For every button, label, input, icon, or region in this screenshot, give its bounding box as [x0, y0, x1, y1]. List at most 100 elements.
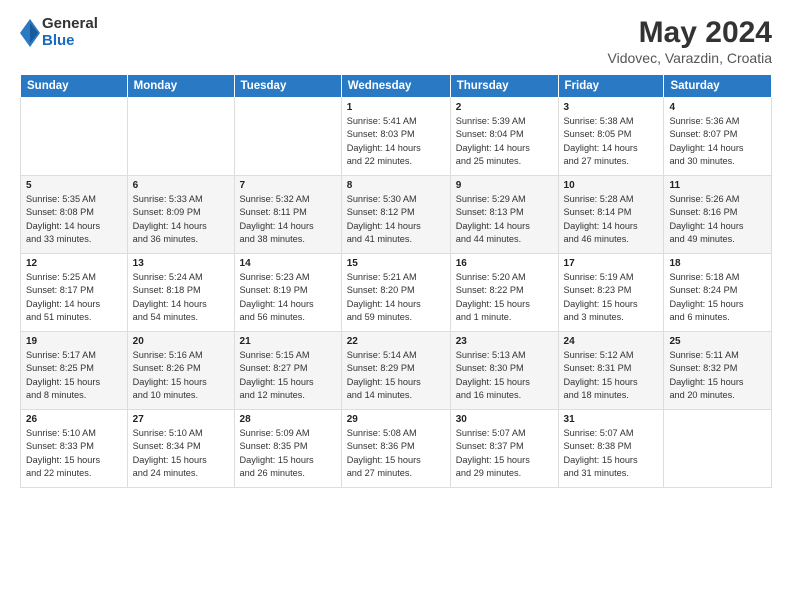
calendar-cell [21, 98, 128, 176]
calendar-cell: 10 Sunrise: 5:28 AMSunset: 8:14 PMDayligh… [558, 176, 664, 254]
day-number: 12 [26, 258, 122, 269]
logo: General Blue [20, 16, 98, 49]
calendar-cell: 17Sunrise: 5:19 AMSunset: 8:23 PMDayligh… [558, 254, 664, 332]
calendar-cell: 3 Sunrise: 5:38 AMSunset: 8:05 PMDaylight… [558, 98, 664, 176]
calendar-cell: 12 Sunrise: 5:25 AMSunset: 8:17 PMDayligh… [21, 254, 128, 332]
calendar-cell: 6 Sunrise: 5:33 AMSunset: 8:09 PMDaylight… [127, 176, 234, 254]
day-info: Sunrise: 5:23 AMSunset: 8:19 PMDaylight:… [240, 271, 336, 324]
day-info: Sunrise: 5:35 AMSunset: 8:08 PMDaylight:… [26, 193, 122, 246]
calendar-cell: 15 Sunrise: 5:21 AMSunset: 8:20 PMDayligh… [341, 254, 450, 332]
day-info: Sunrise: 5:07 AMSunset: 8:37 PMDaylight:… [456, 427, 553, 480]
day-number: 18 [669, 258, 766, 269]
calendar-week-row: 1 Sunrise: 5:41 AMSunset: 8:03 PMDaylight… [21, 98, 772, 176]
calendar-cell: 22Sunrise: 5:14 AMSunset: 8:29 PMDayligh… [341, 332, 450, 410]
day-number: 25 [669, 336, 766, 347]
day-number: 27 [133, 414, 229, 425]
day-number: 31 [564, 414, 659, 425]
day-info: Sunrise: 5:10 AMSunset: 8:33 PMDaylight:… [26, 427, 122, 480]
calendar-cell: 27 Sunrise: 5:10 AMSunset: 8:34 PMDayligh… [127, 410, 234, 488]
calendar-cell: 16 Sunrise: 5:20 AMSunset: 8:22 PMDayligh… [450, 254, 558, 332]
day-info: Sunrise: 5:11 AMSunset: 8:32 PMDaylight:… [669, 349, 766, 402]
day-info: Sunrise: 5:12 AMSunset: 8:31 PMDaylight:… [564, 349, 659, 402]
day-info: Sunrise: 5:20 AMSunset: 8:22 PMDaylight:… [456, 271, 553, 324]
calendar-cell: 29 Sunrise: 5:08 AMSunset: 8:36 PMDayligh… [341, 410, 450, 488]
day-number: 2 [456, 102, 553, 113]
day-number: 26 [26, 414, 122, 425]
day-info: Sunrise: 5:32 AMSunset: 8:11 PMDaylight:… [240, 193, 336, 246]
calendar-cell [234, 98, 341, 176]
day-info: Sunrise: 5:21 AMSunset: 8:20 PMDaylight:… [347, 271, 445, 324]
page: General Blue May 2024 Vidovec, Varazdin,… [0, 0, 792, 612]
logo-blue-text: Blue [42, 33, 98, 50]
calendar-week-row: 19Sunrise: 5:17 AMSunset: 8:25 PMDayligh… [21, 332, 772, 410]
day-number: 7 [240, 180, 336, 191]
day-number: 1 [347, 102, 445, 113]
calendar-cell: 26 Sunrise: 5:10 AMSunset: 8:33 PMDayligh… [21, 410, 128, 488]
calendar-cell: 14 Sunrise: 5:23 AMSunset: 8:19 PMDayligh… [234, 254, 341, 332]
day-number: 30 [456, 414, 553, 425]
title-block: May 2024 Vidovec, Varazdin, Croatia [608, 16, 772, 66]
day-number: 19 [26, 336, 122, 347]
day-number: 24 [564, 336, 659, 347]
day-number: 6 [133, 180, 229, 191]
calendar-cell: 5 Sunrise: 5:35 AMSunset: 8:08 PMDaylight… [21, 176, 128, 254]
calendar-cell: 8Sunrise: 5:30 AMSunset: 8:12 PMDaylight… [341, 176, 450, 254]
day-info: Sunrise: 5:33 AMSunset: 8:09 PMDaylight:… [133, 193, 229, 246]
calendar-header-friday: Friday [558, 75, 664, 98]
day-info: Sunrise: 5:13 AMSunset: 8:30 PMDaylight:… [456, 349, 553, 402]
day-info: Sunrise: 5:18 AMSunset: 8:24 PMDaylight:… [669, 271, 766, 324]
day-info: Sunrise: 5:07 AMSunset: 8:38 PMDaylight:… [564, 427, 659, 480]
day-info: Sunrise: 5:28 AMSunset: 8:14 PMDaylight:… [564, 193, 659, 246]
subtitle: Vidovec, Varazdin, Croatia [608, 50, 772, 66]
calendar-header-sunday: Sunday [21, 75, 128, 98]
day-number: 29 [347, 414, 445, 425]
day-number: 3 [564, 102, 659, 113]
calendar-cell: 11Sunrise: 5:26 AMSunset: 8:16 PMDayligh… [664, 176, 772, 254]
calendar-header-saturday: Saturday [664, 75, 772, 98]
calendar-week-row: 5 Sunrise: 5:35 AMSunset: 8:08 PMDaylight… [21, 176, 772, 254]
calendar-header-thursday: Thursday [450, 75, 558, 98]
day-info: Sunrise: 5:10 AMSunset: 8:34 PMDaylight:… [133, 427, 229, 480]
calendar-cell: 31 Sunrise: 5:07 AMSunset: 8:38 PMDayligh… [558, 410, 664, 488]
calendar-cell: 30 Sunrise: 5:07 AMSunset: 8:37 PMDayligh… [450, 410, 558, 488]
day-number: 15 [347, 258, 445, 269]
day-number: 21 [240, 336, 336, 347]
calendar-cell: 23Sunrise: 5:13 AMSunset: 8:30 PMDayligh… [450, 332, 558, 410]
day-number: 28 [240, 414, 336, 425]
day-info: Sunrise: 5:08 AMSunset: 8:36 PMDaylight:… [347, 427, 445, 480]
day-number: 20 [133, 336, 229, 347]
day-info: Sunrise: 5:41 AMSunset: 8:03 PMDaylight:… [347, 115, 445, 168]
day-number: 9 [456, 180, 553, 191]
day-number: 10 [564, 180, 659, 191]
day-info: Sunrise: 5:25 AMSunset: 8:17 PMDaylight:… [26, 271, 122, 324]
calendar-cell: 20 Sunrise: 5:16 AMSunset: 8:26 PMDayligh… [127, 332, 234, 410]
calendar-table: SundayMondayTuesdayWednesdayThursdayFrid… [20, 74, 772, 488]
calendar-header-wednesday: Wednesday [341, 75, 450, 98]
calendar-header-row: SundayMondayTuesdayWednesdayThursdayFrid… [21, 75, 772, 98]
day-info: Sunrise: 5:19 AMSunset: 8:23 PMDaylight:… [564, 271, 659, 324]
calendar-cell: 9 Sunrise: 5:29 AMSunset: 8:13 PMDaylight… [450, 176, 558, 254]
calendar-cell: 2 Sunrise: 5:39 AMSunset: 8:04 PMDaylight… [450, 98, 558, 176]
header: General Blue May 2024 Vidovec, Varazdin,… [20, 16, 772, 66]
day-number: 22 [347, 336, 445, 347]
day-info: Sunrise: 5:29 AMSunset: 8:13 PMDaylight:… [456, 193, 553, 246]
calendar-cell [127, 98, 234, 176]
day-info: Sunrise: 5:39 AMSunset: 8:04 PMDaylight:… [456, 115, 553, 168]
calendar-header-tuesday: Tuesday [234, 75, 341, 98]
day-number: 16 [456, 258, 553, 269]
calendar-cell: 4Sunrise: 5:36 AMSunset: 8:07 PMDaylight… [664, 98, 772, 176]
calendar-cell: 21Sunrise: 5:15 AMSunset: 8:27 PMDayligh… [234, 332, 341, 410]
calendar-week-row: 26 Sunrise: 5:10 AMSunset: 8:33 PMDayligh… [21, 410, 772, 488]
day-info: Sunrise: 5:38 AMSunset: 8:05 PMDaylight:… [564, 115, 659, 168]
calendar-cell: 7 Sunrise: 5:32 AMSunset: 8:11 PMDaylight… [234, 176, 341, 254]
day-info: Sunrise: 5:09 AMSunset: 8:35 PMDaylight:… [240, 427, 336, 480]
calendar-week-row: 12 Sunrise: 5:25 AMSunset: 8:17 PMDayligh… [21, 254, 772, 332]
logo-general-text: General [42, 16, 98, 33]
day-number: 14 [240, 258, 336, 269]
day-number: 5 [26, 180, 122, 191]
day-info: Sunrise: 5:16 AMSunset: 8:26 PMDaylight:… [133, 349, 229, 402]
calendar-cell: 13Sunrise: 5:24 AMSunset: 8:18 PMDayligh… [127, 254, 234, 332]
calendar-cell: 24 Sunrise: 5:12 AMSunset: 8:31 PMDayligh… [558, 332, 664, 410]
calendar-cell: 1 Sunrise: 5:41 AMSunset: 8:03 PMDaylight… [341, 98, 450, 176]
calendar-cell: 18 Sunrise: 5:18 AMSunset: 8:24 PMDayligh… [664, 254, 772, 332]
